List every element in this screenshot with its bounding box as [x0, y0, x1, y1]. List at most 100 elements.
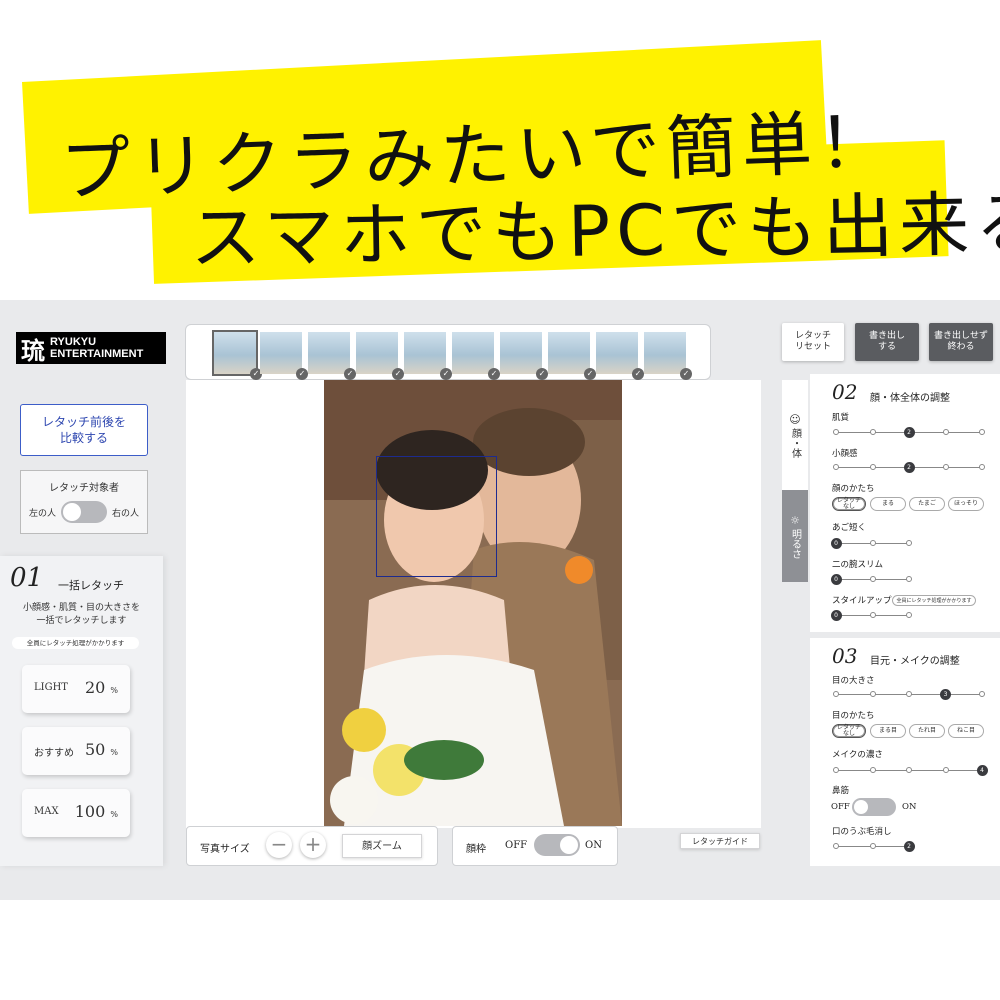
slider-step[interactable] — [833, 464, 839, 470]
face-shape-option-egg[interactable]: たまご — [909, 497, 945, 511]
thumbnail[interactable]: ✓ — [404, 332, 452, 380]
makeup-label: メイクの濃さ — [832, 750, 883, 760]
slider-step[interactable] — [979, 429, 985, 435]
logo-mark: 琉 — [21, 335, 45, 365]
mouth-label: 口のうぶ毛消し — [832, 827, 892, 837]
check-icon: ✓ — [536, 368, 548, 380]
slider-step[interactable] — [869, 612, 876, 618]
retouch-guide-button[interactable]: レタッチガイド — [680, 833, 760, 849]
slider-step[interactable] — [906, 540, 912, 546]
slider-step[interactable] — [833, 429, 839, 435]
left-person-label: 左の人 — [28, 508, 56, 519]
slider-step[interactable] — [942, 429, 949, 435]
thumbnail[interactable]: ✓ — [596, 332, 644, 380]
preset-value: 100 — [74, 802, 106, 821]
eye-shape-option-round[interactable]: まる目 — [870, 724, 906, 738]
export-label: 書き出し する — [868, 331, 905, 352]
tab-brightness[interactable]: ☼ 明るさ — [782, 490, 808, 582]
thumbnail[interactable]: ✓ — [308, 332, 356, 380]
nose-label: 鼻筋 — [832, 786, 850, 796]
toggle-knob — [560, 836, 578, 854]
face-shape-option-slim[interactable]: ほっそり — [948, 497, 984, 511]
zoom-in-button[interactable]: + — [300, 832, 326, 858]
thumbnail[interactable]: ✓ — [212, 330, 262, 380]
slider-thumb[interactable]: 0 — [830, 537, 842, 549]
slider-thumb[interactable]: 0 — [830, 609, 842, 621]
eye-shape-option-none[interactable]: レタッチ なし — [832, 724, 866, 738]
preset-max-button[interactable]: MAX 100 % — [22, 789, 130, 837]
slider-step[interactable] — [942, 464, 949, 470]
face-zoom-button[interactable]: 顔ズーム — [342, 834, 422, 858]
slider-step[interactable] — [833, 843, 839, 849]
face-shape-option-none[interactable]: レタッチ なし — [832, 497, 866, 511]
finish-without-export-button[interactable]: 書き出しせず 終わる — [929, 323, 993, 361]
tab-brightness-label: 明るさ — [789, 528, 801, 559]
export-button[interactable]: 書き出し する — [855, 323, 919, 361]
slider-step[interactable] — [833, 767, 839, 773]
slider-thumb[interactable]: 3 — [940, 688, 951, 700]
slider-step[interactable] — [906, 767, 912, 773]
sun-icon: ☼ — [790, 513, 800, 527]
slider-step[interactable] — [869, 429, 876, 435]
thumbnail[interactable]: ✓ — [260, 332, 308, 380]
slider-step[interactable] — [906, 612, 912, 618]
finish-label: 書き出しせず 終わる — [933, 331, 988, 352]
target-person-toggle[interactable] — [61, 501, 107, 523]
check-icon: ✓ — [344, 368, 356, 380]
photo-size-label: 写真サイズ — [200, 844, 250, 855]
eye-shape-label: 目のかたち — [832, 711, 875, 721]
slider-thumb[interactable]: 2 — [903, 426, 915, 438]
slider-step[interactable] — [869, 767, 876, 773]
thumbnail[interactable]: ✓ — [452, 332, 500, 380]
face-shape-label: 顔のかたち — [832, 484, 875, 494]
compare-button-label: レタッチ前後を 比較する — [41, 415, 126, 445]
eye-shape-option-droopy[interactable]: たれ目 — [909, 724, 945, 738]
preset-unit: % — [110, 748, 118, 757]
preset-value: 50 — [84, 740, 106, 759]
compare-before-after-button[interactable]: レタッチ前後を 比較する — [20, 404, 148, 456]
slider-step[interactable] — [869, 464, 876, 470]
slider-thumb[interactable]: 2 — [903, 840, 915, 852]
slider-step[interactable] — [906, 691, 912, 697]
slider-step[interactable] — [979, 464, 985, 470]
slider-step[interactable] — [869, 843, 876, 849]
preset-unit: % — [110, 686, 118, 695]
preset-recommended-button[interactable]: おすすめ 50 % — [22, 727, 130, 775]
thumbnail[interactable]: ✓ — [500, 332, 548, 380]
zoom-out-button[interactable]: − — [266, 832, 292, 858]
slider-step[interactable] — [869, 691, 876, 697]
slider-step[interactable] — [942, 767, 949, 773]
section-number-01: 01 — [10, 563, 44, 593]
eye-shape-option-cat[interactable]: ねこ目 — [948, 724, 984, 738]
logo: 琉 RYUKYU ENTERTAINMENT — [16, 332, 166, 365]
skin-label: 肌質 — [832, 413, 850, 423]
nose-toggle[interactable] — [852, 798, 896, 816]
retouch-target-box: レタッチ対象者 左の人 右の人 — [20, 470, 148, 534]
thumbnail[interactable]: ✓ — [548, 332, 596, 380]
slider-step[interactable] — [833, 691, 839, 697]
small-face-label: 小顔感 — [832, 449, 858, 459]
face-frame-toggle[interactable] — [534, 834, 580, 856]
logo-text-line2: ENTERTAINMENT — [50, 348, 144, 360]
slider-step[interactable] — [869, 576, 876, 582]
section3-title: 目元・メイクの調整 — [870, 656, 960, 667]
thumbnail[interactable]: ✓ — [356, 332, 404, 380]
slider-thumb[interactable]: 2 — [903, 461, 915, 473]
face-frame-on-label: ON — [585, 840, 602, 851]
batch-note: 全員にレタッチ処理がかかります — [12, 637, 139, 649]
face-frame[interactable] — [376, 456, 497, 577]
wedding-photo[interactable] — [324, 380, 622, 826]
slider-thumb[interactable]: 0 — [830, 573, 842, 585]
preset-light-button[interactable]: LIGHT 20 % — [22, 665, 130, 713]
logo-text-line1: RYUKYU — [50, 336, 97, 348]
slider-thumb[interactable]: 4 — [976, 764, 988, 776]
face-shape-option-round[interactable]: まる — [870, 497, 906, 511]
slider-step[interactable] — [869, 540, 876, 546]
check-icon: ✓ — [488, 368, 500, 380]
slider-step[interactable] — [906, 576, 912, 582]
tab-face-body[interactable]: ☺ 顔・体 — [782, 380, 808, 490]
thumbnail[interactable]: ✓ — [644, 332, 692, 380]
retouch-reset-button[interactable]: レタッチ リセット — [782, 323, 844, 361]
slider-step[interactable] — [979, 691, 985, 697]
smile-icon: ☺ — [789, 412, 801, 426]
